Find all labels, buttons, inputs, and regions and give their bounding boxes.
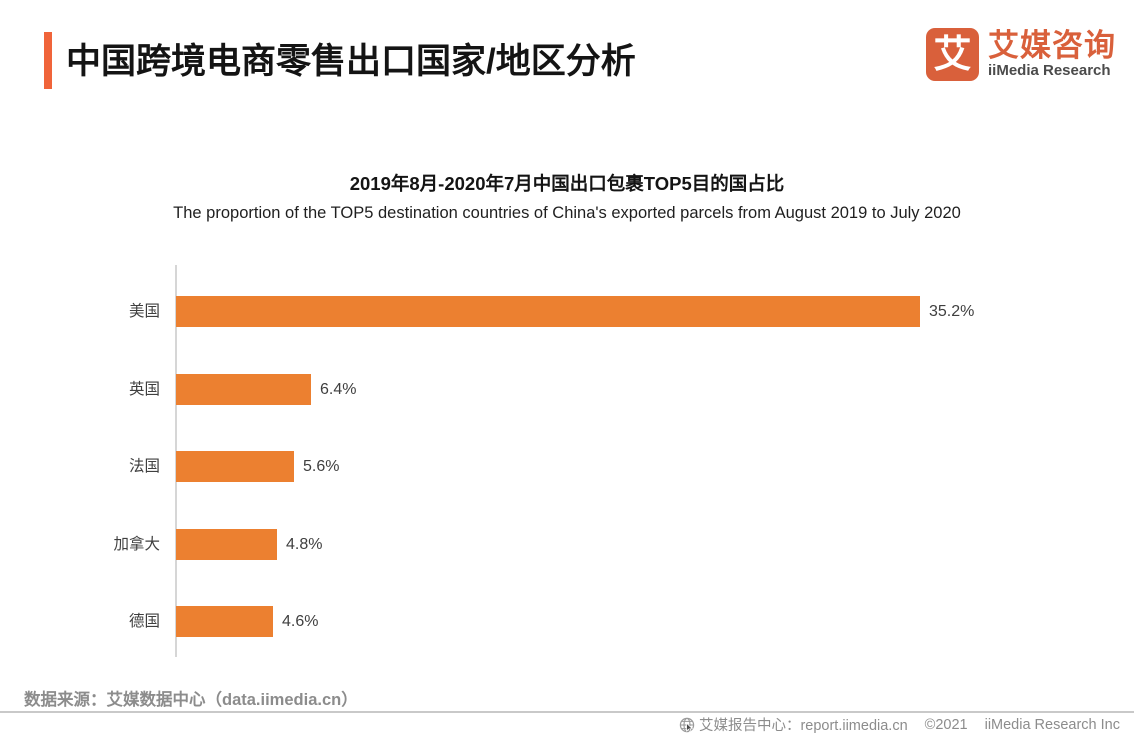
bar-category-label: 英国 [128, 380, 160, 398]
report-center-text: 艾媒报告中心：report.iimedia.cn [698, 718, 908, 734]
footer-divider [0, 711, 1134, 713]
bar-rect [176, 606, 273, 637]
bar-rect [176, 296, 920, 327]
bar-row: 英国 6.4% [0, 373, 1134, 405]
copyright-text: ©2021 [924, 716, 968, 733]
bar-category-label: 美国 [128, 303, 160, 320]
footer-meta: 艾媒报告中心：report.iimedia.cn ©2021 iiMedia R… [679, 714, 1120, 735]
bar-value-label: 35.2% [929, 303, 975, 320]
bar-row: 德国 4.6% [0, 606, 1134, 637]
globe-icon [679, 717, 695, 733]
bar-chart: 美国 35.2% 英国 6.4% 法国 5.6% 加拿大 4.8% 德国 4.6% [0, 0, 1134, 737]
bar-value-label: 6.4% [320, 380, 357, 398]
bar-value-label: 5.6% [303, 458, 340, 475]
bar-value-label: 4.6% [282, 613, 319, 630]
bar-rect [176, 451, 294, 482]
bar-rect [176, 528, 277, 560]
source-note: 数据来源：艾媒数据中心（data.iimedia.cn） [24, 691, 358, 709]
bar-category-label: 德国 [128, 613, 160, 630]
chart-page: 中国跨境电商零售出口国家/地区分析 艾 艾媒咨询 iiMedia Researc… [0, 0, 1134, 737]
bar-category-label: 加拿大 [113, 535, 160, 553]
bar-row: 加拿大 4.8% [0, 528, 1134, 560]
bar-row: 美国 35.2% [0, 296, 1134, 327]
bar-rect [176, 373, 311, 405]
bar-row: 法国 5.6% [0, 451, 1134, 482]
bar-category-label: 法国 [128, 458, 160, 475]
bar-value-label: 4.8% [286, 535, 323, 553]
company-text: iiMedia Research Inc [984, 716, 1120, 733]
